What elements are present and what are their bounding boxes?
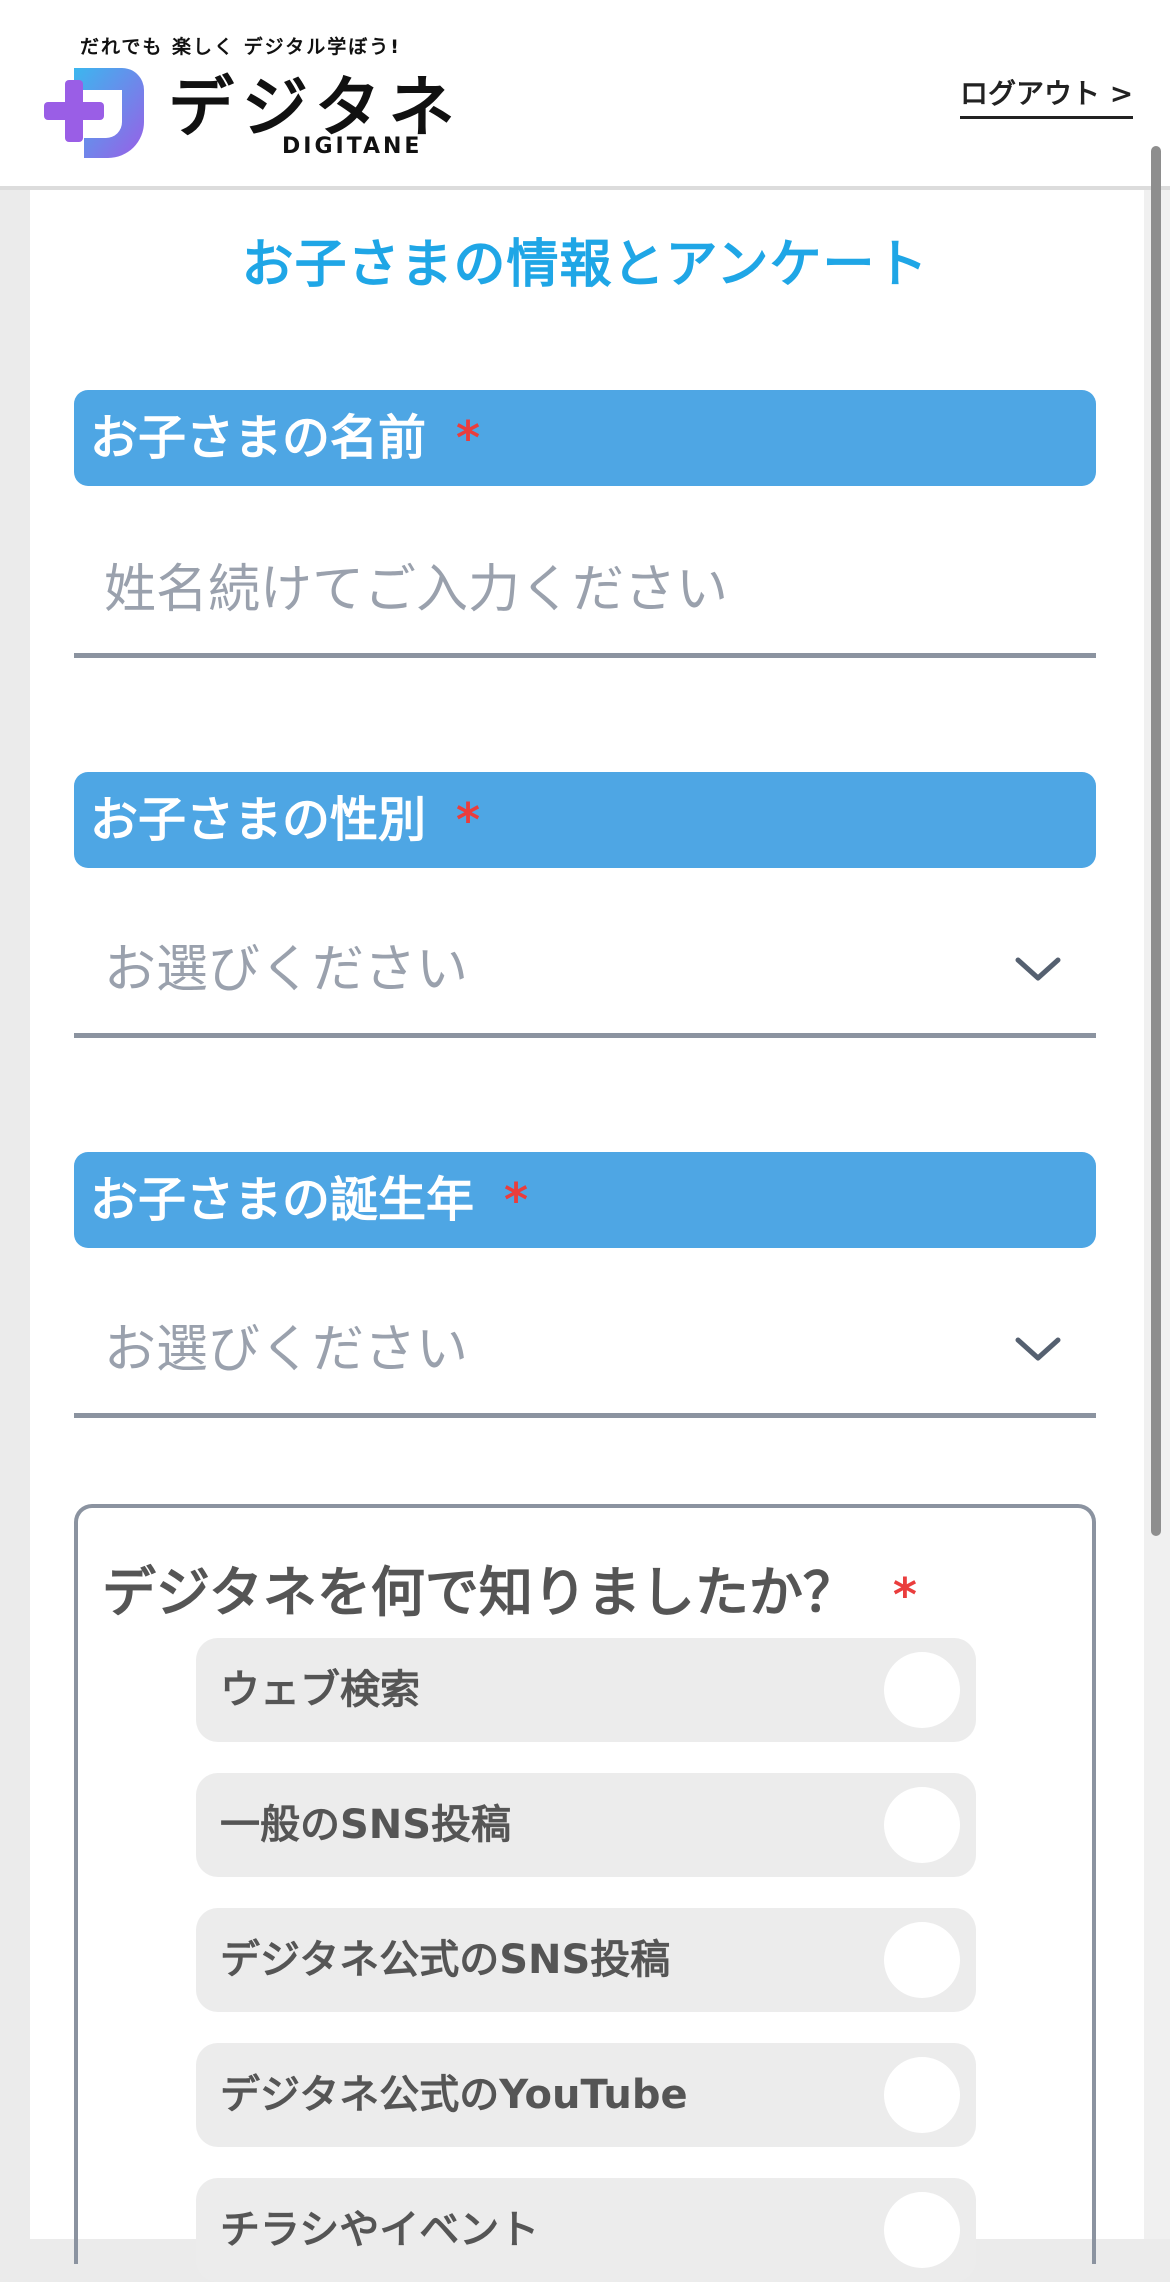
select-value: お選びください (104, 940, 469, 1000)
required-mark: * (456, 411, 481, 465)
chevron-down-icon (1015, 1337, 1061, 1361)
radio-button[interactable] (884, 1922, 960, 1998)
logout-link[interactable]: ログアウト > (960, 72, 1134, 119)
chevron-down-icon (1015, 957, 1061, 981)
section-label: お子さまの名前 (90, 410, 427, 466)
survey-question: デジタネを何で知りましたか？ * (102, 1548, 917, 1627)
survey-option[interactable]: デジタネ公式のYouTube (196, 2043, 976, 2147)
section-header-child-gender: お子さまの性別 * (74, 772, 1096, 868)
option-label: デジタネ公式のYouTube (220, 2072, 688, 2118)
digitane-logo-icon[interactable] (44, 62, 146, 160)
page-title: お子さまの情報とアンケート (241, 235, 929, 295)
logo-subtitle: DIGITANE (282, 134, 423, 159)
form-panel: お子さまの情報とアンケート お子さまの名前* お子さまの性別* お選びください … (30, 190, 1144, 2282)
section-header-child-birth-year: お子さまの誕生年 * (74, 1152, 1096, 1248)
child-name-field[interactable] (74, 526, 1096, 658)
radio-button[interactable] (884, 2057, 960, 2133)
survey-question-text: デジタネを何で知りましたか？ (102, 1561, 857, 1624)
section-label: お子さまの性別 (90, 792, 427, 848)
required-mark: * (504, 1173, 529, 1227)
select-value: お選びください (104, 1320, 469, 1380)
radio-button[interactable] (884, 1787, 960, 1863)
survey-option[interactable]: ウェブ検索 (196, 1638, 976, 1742)
radio-button[interactable] (884, 2192, 960, 2268)
survey-box: デジタネを何で知りましたか？ * ウェブ検索 一般のSNS投稿 デジタネ公式のSN… (74, 1504, 1096, 2282)
option-label: ウェブ検索 (220, 1667, 420, 1713)
child-gender-select[interactable]: お選びください (74, 906, 1096, 1038)
section-label: お子さまの誕生年 (90, 1172, 475, 1228)
child-birth-year-select[interactable]: お選びください (74, 1286, 1096, 1418)
survey-option[interactable]: デジタネ公式のSNS投稿 (196, 1908, 976, 2012)
radio-button[interactable] (884, 1652, 960, 1728)
scrollbar-thumb[interactable] (1151, 146, 1161, 1536)
app-header: だれでも 楽しく デジタル学ぼう! デジタネ DIGITANE ログアウト > (0, 0, 1170, 190)
section-header-child-name: お子さまの名前 * (74, 390, 1096, 486)
option-label: デジタネ公式のSNS投稿 (220, 1937, 671, 1983)
child-name-input[interactable] (74, 526, 1096, 653)
option-label: 一般のSNS投稿 (220, 1802, 512, 1848)
required-mark: * (892, 1568, 917, 1622)
required-mark: * (456, 793, 481, 847)
survey-option[interactable]: 一般のSNS投稿 (196, 1773, 976, 1877)
survey-option[interactable]: チラシやイベント (196, 2178, 976, 2282)
option-label: チラシやイベント (220, 2207, 540, 2253)
